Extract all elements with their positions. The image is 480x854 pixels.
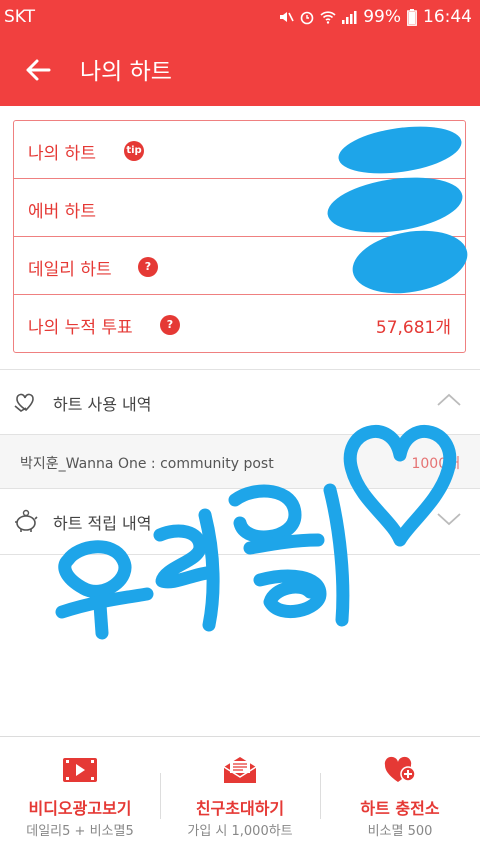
heart-charge-sub: 비소멸 500 — [367, 824, 433, 839]
tip-badge[interactable]: tip — [124, 141, 144, 161]
bottom-action-bar: 비디오광고보기 데일리5 + 비소멸5 친구초대하기 가입 시 1,000하트 … — [0, 736, 480, 853]
total-votes-row: 나의 누적 투표 ? 57,681개 — [14, 295, 465, 353]
chevron-up-icon[interactable] — [436, 390, 462, 410]
mail-icon — [223, 757, 257, 783]
status-bar: SKT 99% 16:44 — [0, 0, 480, 34]
heart-charge-button[interactable]: 하트 충전소 비소멸 500 — [320, 737, 480, 854]
heart-plus-icon — [384, 756, 416, 782]
status-right: 99% 16:44 — [278, 7, 472, 27]
status-icons — [278, 9, 357, 25]
total-votes-label: 나의 누적 투표 — [28, 318, 133, 338]
clock: 16:44 — [423, 7, 472, 27]
usage-item-amount: 1000개 — [411, 456, 460, 472]
invite-friends-button[interactable]: 친구초대하기 가입 시 1,000하트 — [160, 737, 320, 854]
wifi-icon — [320, 11, 336, 24]
usage-history-item: 박지훈_Wanna One : community post 1000개 — [0, 434, 480, 488]
earn-history-title: 하트 적립 내역 — [53, 514, 152, 533]
invite-sub: 가입 시 1,000하트 — [187, 824, 293, 839]
heart-charge-label: 하트 충전소 — [360, 799, 440, 818]
mute-icon — [280, 12, 294, 22]
video-ad-label: 비디오광고보기 — [28, 799, 132, 818]
daily-heart-row: 데일리 하트 ? — [14, 237, 465, 295]
battery-icon — [407, 8, 417, 26]
heart-summary-card: 나의 하트 tip 에버 하트 데일리 하트 ? 나의 누적 투표 ? 57,6… — [13, 120, 466, 353]
heart-hand-icon — [14, 393, 34, 412]
my-heart-label: 나의 하트 — [28, 144, 96, 164]
watch-video-ad-button[interactable]: 비디오광고보기 데일리5 + 비소멸5 — [0, 737, 160, 854]
total-votes-value: 57,681개 — [375, 318, 451, 338]
page-title: 나의 하트 — [80, 59, 172, 85]
usage-item-name: 박지훈_Wanna One : community post — [20, 456, 274, 472]
ever-heart-label: 에버 하트 — [28, 202, 96, 222]
help-badge-votes[interactable]: ? — [160, 315, 180, 335]
signal-icon — [342, 11, 357, 24]
section-divider — [0, 554, 480, 555]
battery-percent: 99% — [363, 7, 401, 27]
usage-history-title: 하트 사용 내역 — [53, 395, 152, 414]
usage-history-header[interactable]: 하트 사용 내역 — [0, 369, 480, 433]
earn-history-header[interactable]: 하트 적립 내역 — [0, 488, 480, 554]
ever-heart-row: 에버 하트 — [14, 179, 465, 237]
piggy-bank-icon — [15, 509, 38, 532]
video-icon — [63, 758, 97, 782]
help-badge-daily[interactable]: ? — [138, 257, 158, 277]
my-heart-row: 나의 하트 tip — [14, 121, 465, 179]
alarm-icon — [300, 11, 314, 25]
daily-heart-label: 데일리 하트 — [28, 260, 112, 280]
chevron-down-icon[interactable] — [436, 509, 462, 529]
app-bar: 나의 하트 — [0, 34, 480, 106]
back-arrow-icon[interactable] — [22, 54, 54, 86]
invite-label: 친구초대하기 — [195, 799, 285, 818]
carrier-label: SKT — [4, 7, 36, 27]
video-ad-sub: 데일리5 + 비소멸5 — [26, 824, 134, 839]
